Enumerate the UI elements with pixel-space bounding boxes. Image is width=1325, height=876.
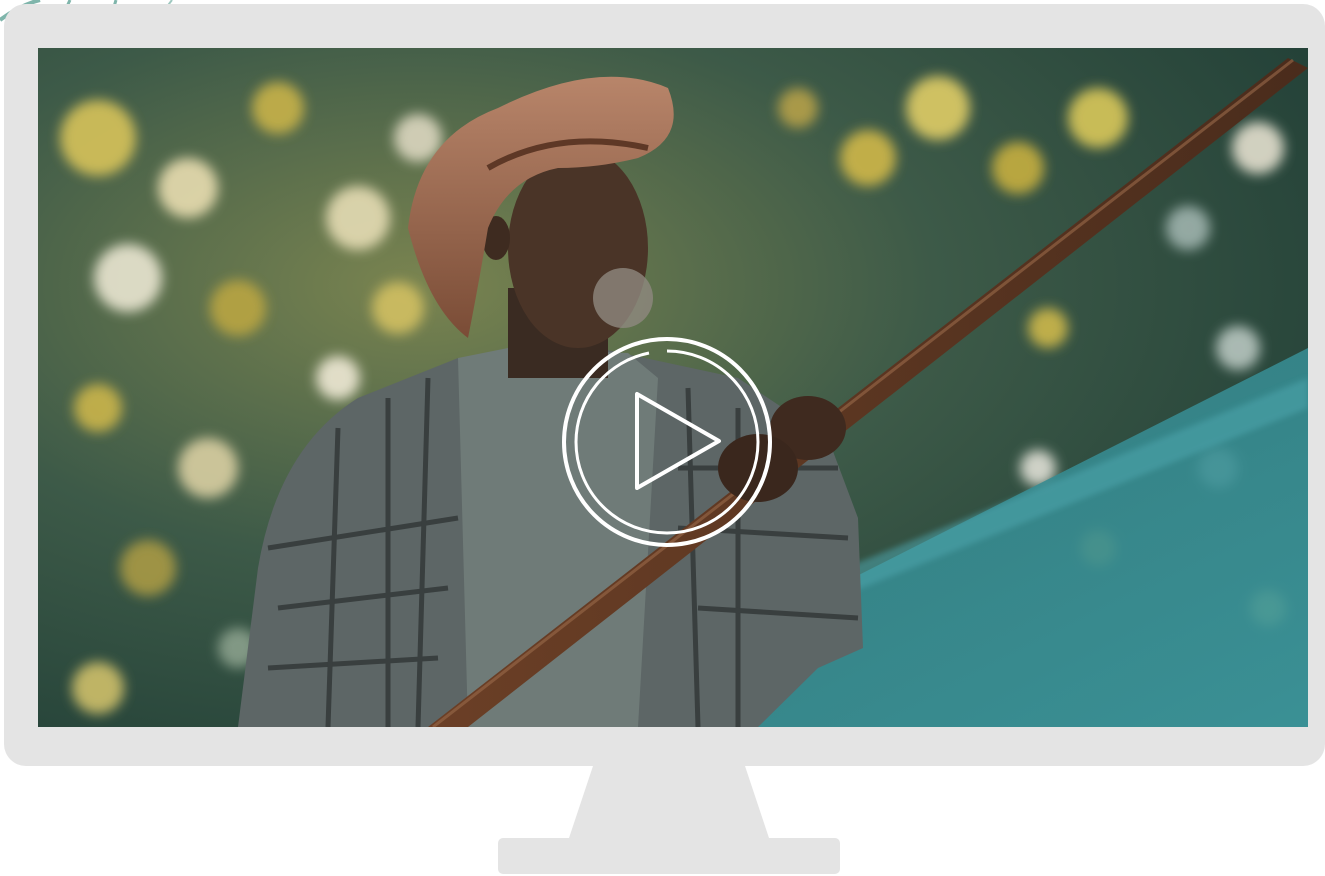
play-circle-icon: [562, 337, 772, 547]
video-preview-page: [0, 0, 1325, 876]
monitor-stand-neck: [569, 766, 769, 838]
video-player[interactable]: [38, 48, 1308, 727]
monitor-frame: [4, 4, 1325, 766]
play-button[interactable]: [559, 334, 775, 550]
monitor-stand-base: [498, 838, 840, 874]
